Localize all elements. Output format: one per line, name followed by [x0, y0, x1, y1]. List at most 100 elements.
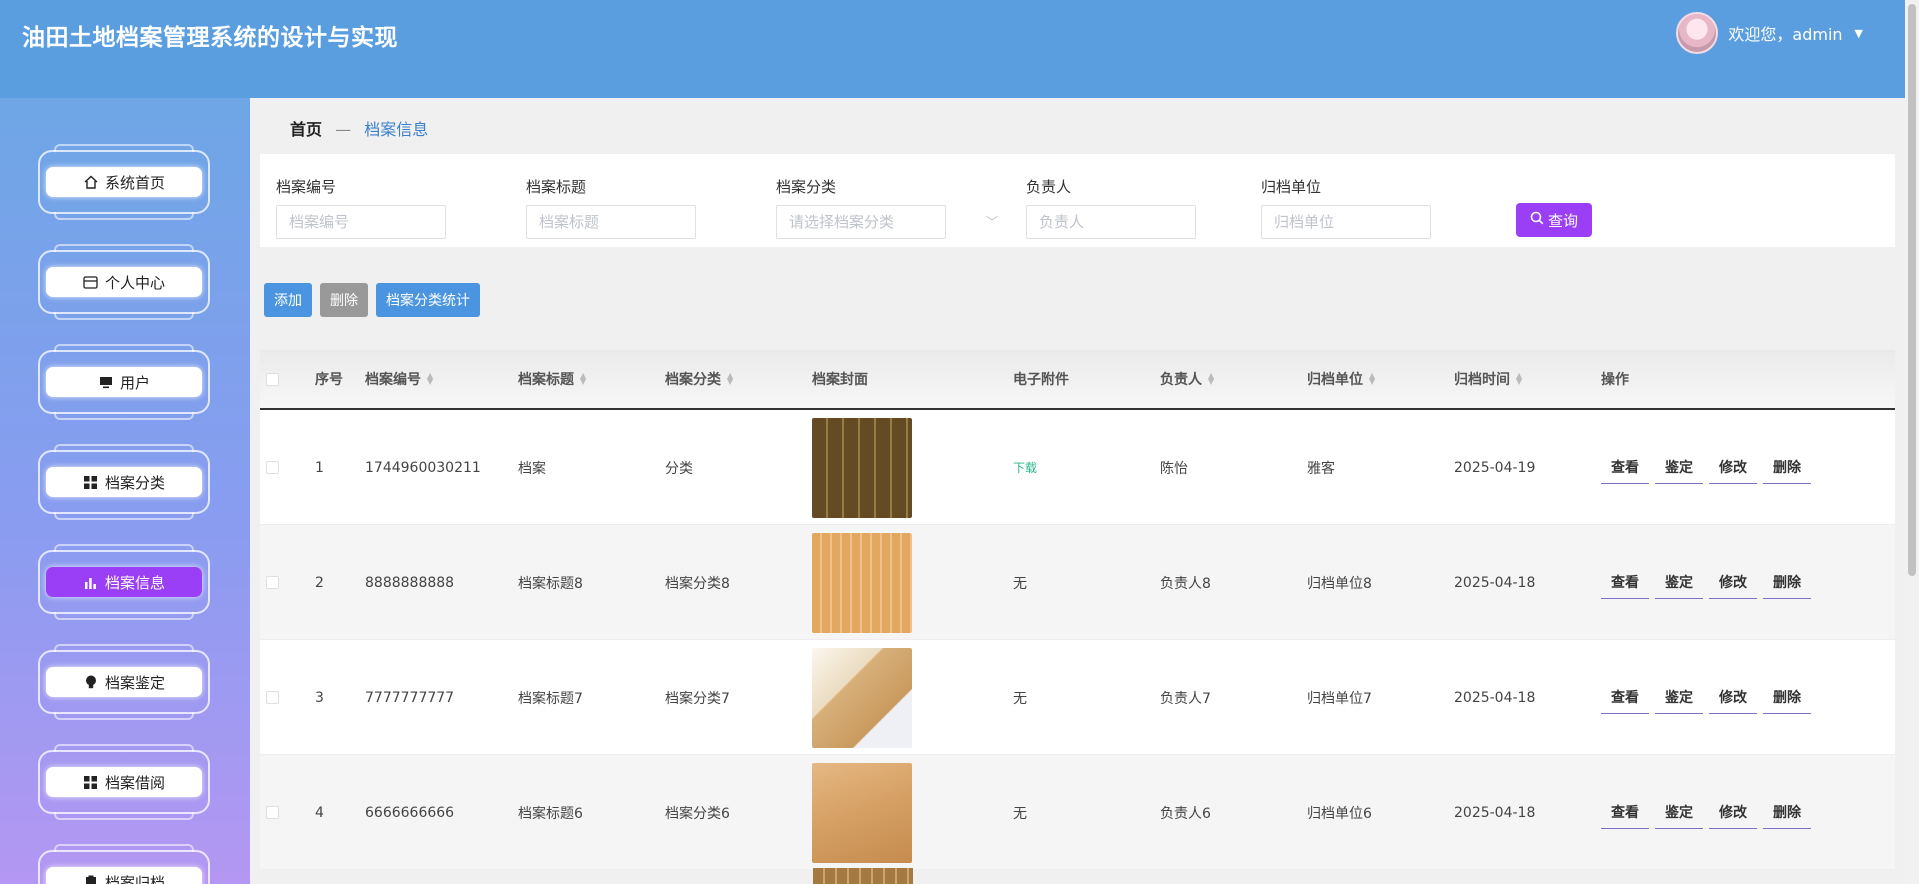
- sidebar-item-button[interactable]: 档案归档: [46, 867, 202, 884]
- sidebar-item-button[interactable]: 系统首页: [46, 167, 202, 197]
- search-label: 档案编号: [276, 178, 337, 196]
- table-body: 1 1744960030211 档案 分类 下载 陈怡 雅客 2025-04-1…: [260, 410, 1895, 870]
- sidebar-item-label: 档案信息: [104, 573, 165, 592]
- select-all-checkbox[interactable]: [266, 350, 279, 408]
- sidebar-item-filing[interactable]: 档案归档: [38, 844, 210, 884]
- appraise-button[interactable]: 鉴定: [1655, 682, 1703, 714]
- cell-code: 8888888888: [365, 574, 455, 591]
- cover-image[interactable]: [812, 417, 912, 518]
- cover-image[interactable]: [812, 762, 912, 863]
- sidebar-item-label: 档案鉴定: [104, 673, 165, 692]
- cell-date: 2025-04-18: [1454, 689, 1536, 706]
- breadcrumb-home[interactable]: 首页: [290, 120, 322, 139]
- cell-category: 档案分类6: [665, 805, 730, 822]
- row-delete-button[interactable]: 删除: [1763, 452, 1811, 484]
- cell-attachment: 无: [1013, 575, 1027, 592]
- cell-category: 档案分类8: [665, 575, 730, 592]
- view-button[interactable]: 查看: [1601, 452, 1649, 484]
- unit-input[interactable]: [1261, 205, 1431, 239]
- grid-icon: [83, 774, 99, 790]
- row-checkbox[interactable]: [266, 640, 279, 755]
- edit-button[interactable]: 修改: [1709, 682, 1757, 714]
- header-category[interactable]: 档案分类 ▲ ▼: [665, 350, 733, 408]
- header-title[interactable]: 档案标题 ▲ ▼: [518, 350, 586, 408]
- search-label: 归档单位: [1261, 178, 1322, 196]
- view-button[interactable]: 查看: [1601, 797, 1649, 829]
- avatar[interactable]: [1676, 12, 1719, 54]
- cell-index: 2: [315, 574, 324, 591]
- monitor-icon: [98, 374, 114, 390]
- cell-code: 1744960030211: [365, 459, 481, 476]
- category-select[interactable]: ﹀: [776, 205, 1006, 239]
- row-checkbox[interactable]: [266, 410, 279, 525]
- cover-image[interactable]: [812, 647, 912, 748]
- add-button[interactable]: 添加: [264, 283, 312, 317]
- page-scrollbar[interactable]: [1905, 0, 1919, 884]
- owner-input[interactable]: [1026, 205, 1196, 239]
- id-card-icon: [83, 274, 99, 290]
- row-delete-button[interactable]: 删除: [1763, 682, 1811, 714]
- cell-index: 4: [315, 804, 324, 821]
- sidebar-item-button[interactable]: 档案借阅: [46, 767, 202, 797]
- sidebar-item-appraisal[interactable]: 档案鉴定: [38, 644, 210, 720]
- top-header: 油田土地档案管理系统的设计与实现 欢迎您，admin ▼: [0, 0, 1905, 98]
- archive-code-input[interactable]: [276, 205, 446, 239]
- cover-image[interactable]: [812, 532, 912, 633]
- search-label: 负责人: [1026, 178, 1072, 196]
- appraise-button[interactable]: 鉴定: [1655, 567, 1703, 599]
- sidebar-item-button[interactable]: 档案分类: [46, 467, 202, 497]
- cell-code: 7777777777: [365, 689, 455, 706]
- category-stats-button[interactable]: 档案分类统计: [376, 283, 480, 317]
- appraise-button[interactable]: 鉴定: [1655, 797, 1703, 829]
- welcome-text[interactable]: 欢迎您，admin: [1728, 21, 1842, 45]
- row-checkbox[interactable]: [266, 755, 279, 870]
- sidebar-item-category[interactable]: 档案分类: [38, 444, 210, 520]
- query-button[interactable]: 查询: [1516, 203, 1592, 237]
- header-date[interactable]: 归档时间 ▲ ▼: [1454, 350, 1522, 408]
- user-menu[interactable]: 欢迎您，admin ▼: [1676, 12, 1863, 54]
- cell-actions: 查看 鉴定 修改 删除: [1601, 525, 1811, 640]
- cell-code: 6666666666: [365, 804, 455, 821]
- header-cover: 档案封面: [812, 372, 868, 388]
- header-code[interactable]: 档案编号 ▲ ▼: [365, 350, 433, 408]
- search-field-owner: 负责人: [1026, 176, 1196, 239]
- sort-icon: ▲ ▼: [427, 371, 434, 386]
- sidebar-item-label: 个人中心: [104, 273, 165, 292]
- search-label: 档案分类: [776, 178, 837, 196]
- sidebar-item-archive-info[interactable]: 档案信息: [38, 544, 210, 620]
- edit-button[interactable]: 修改: [1709, 452, 1757, 484]
- sidebar-item-label: 档案分类: [104, 473, 165, 492]
- table-row: 3 7777777777 档案标题7 档案分类7 无 负责人7 归档单位7 20…: [260, 640, 1895, 755]
- download-link[interactable]: 下载: [1013, 459, 1037, 476]
- archive-title-input[interactable]: [526, 205, 696, 239]
- cell-actions: 查看 鉴定 修改 删除: [1601, 640, 1811, 755]
- row-delete-button[interactable]: 删除: [1763, 797, 1811, 829]
- edit-button[interactable]: 修改: [1709, 797, 1757, 829]
- chevron-down-icon[interactable]: ﹀: [986, 213, 998, 230]
- sidebar-item-users[interactable]: 用户: [38, 344, 210, 420]
- category-select-input[interactable]: [776, 205, 946, 239]
- row-delete-button[interactable]: 删除: [1763, 567, 1811, 599]
- edit-button[interactable]: 修改: [1709, 567, 1757, 599]
- row-checkbox[interactable]: [266, 525, 279, 640]
- delete-button[interactable]: 删除: [320, 283, 368, 317]
- sort-icon: ▲ ▼: [580, 371, 587, 386]
- sidebar-item-profile[interactable]: 个人中心: [38, 244, 210, 320]
- cell-category: 分类: [665, 460, 693, 477]
- header-owner[interactable]: 负责人 ▲ ▼: [1160, 350, 1214, 408]
- sidebar-item-button[interactable]: 档案鉴定: [46, 667, 202, 697]
- cell-owner: 负责人7: [1160, 690, 1211, 707]
- view-button[interactable]: 查看: [1601, 682, 1649, 714]
- sidebar-item-home[interactable]: 系统首页: [38, 144, 210, 220]
- sidebar-item-borrow[interactable]: 档案借阅: [38, 744, 210, 820]
- header-unit[interactable]: 归档单位 ▲ ▼: [1307, 350, 1375, 408]
- view-button[interactable]: 查看: [1601, 567, 1649, 599]
- caret-down-icon[interactable]: ▼: [1855, 27, 1863, 40]
- appraise-button[interactable]: 鉴定: [1655, 452, 1703, 484]
- scrollbar-thumb[interactable]: [1908, 4, 1916, 576]
- cell-index: 1: [315, 459, 324, 476]
- sidebar-item-button[interactable]: 用户: [46, 367, 202, 397]
- sidebar-item-button[interactable]: 档案信息: [46, 567, 202, 597]
- sidebar-item-button[interactable]: 个人中心: [46, 267, 202, 297]
- table-header: 序号 档案编号 ▲ ▼ 档案标题 ▲ ▼ 档案分类 ▲ ▼ 档案封面 电子附件 负责人 ▲ ▼ …: [260, 350, 1895, 410]
